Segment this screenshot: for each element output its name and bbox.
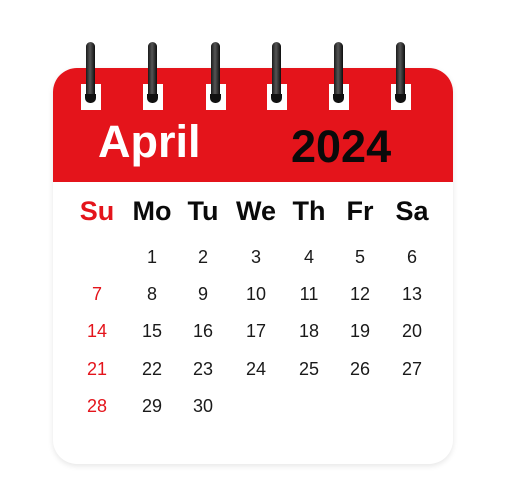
day-cell: 4 [303,247,315,267]
day-cell: 22 [141,359,163,379]
day-cell: 23 [192,359,214,379]
day-cell: 16 [192,321,214,341]
day-cell: 30 [192,396,214,416]
day-cell: 17 [245,321,267,341]
day-cell: 27 [401,359,423,379]
day-cell: 1 [146,247,158,267]
day-cell: 15 [141,321,163,341]
day-cell: 12 [349,284,371,304]
day-cell: 14 [86,321,108,341]
day-cell: 2 [197,247,209,267]
day-cell: 29 [141,396,163,416]
weekday-label: Tu [187,196,219,226]
month-label: April [98,116,201,167]
day-cell: 20 [401,321,423,341]
weekday-label: We [235,196,277,226]
day-cell: 7 [91,284,103,304]
calendar-header: April 2024 [53,68,453,182]
day-cell: 28 [86,396,108,416]
weekday-label: Fr [346,196,374,226]
weekday-label: Mo [132,196,172,226]
day-cell: 10 [245,284,267,304]
weekday-label: Th [292,196,326,226]
day-cell: 9 [197,284,209,304]
day-cell: 19 [349,321,371,341]
day-cell: 11 [299,284,319,304]
day-cell: 5 [354,247,366,267]
weekday-label: Sa [395,196,429,226]
calendar-illustration: April 2024 Su Mo Tu We Th Fr Sa 1 2 3 4 5 6 7 8 9 10 11 1… [0,0,509,490]
day-cell: 21 [86,359,108,379]
day-cell: 3 [250,247,262,267]
day-cell: 25 [298,359,320,379]
weekday-label: Su [79,196,115,226]
day-cell: 8 [146,284,158,304]
day-cell: 26 [349,359,371,379]
day-cell: 6 [406,247,418,267]
day-cell: 13 [401,284,423,304]
year-label: 2024 [291,121,392,172]
day-cell: 18 [298,321,320,341]
day-cell: 24 [245,359,267,379]
